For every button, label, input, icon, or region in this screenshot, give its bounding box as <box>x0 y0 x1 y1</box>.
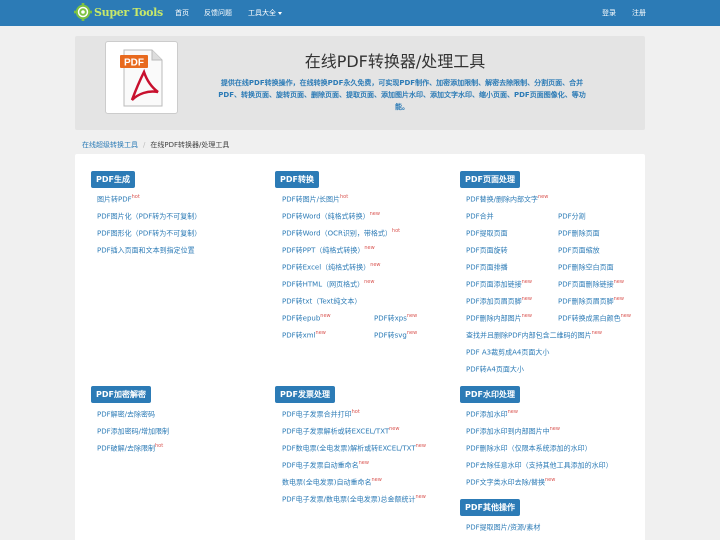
nav-feedback[interactable]: 反馈问题 <box>204 8 232 18</box>
pdf-file-icon: PDF <box>120 49 163 107</box>
tool-link[interactable]: PDF转svgnew <box>374 330 417 340</box>
section-title-pdf-watermark: PDF水印处理 <box>460 386 520 403</box>
tool-link[interactable]: PDF转HTML（网页格式）new <box>282 279 374 289</box>
top-navbar: Super Tools 首页 反馈问题 工具大全 登录 注册 <box>0 0 720 26</box>
tool-link[interactable]: PDF转xpsnew <box>374 313 417 323</box>
section-title-pdf-other: PDF其他操作 <box>460 499 520 516</box>
tool-link[interactable]: PDF电子发票合并打印hot <box>282 409 360 419</box>
tool-link[interactable]: PDF数电票(全电发票)解析或转EXCEL/TXTnew <box>282 443 426 453</box>
tool-link[interactable]: PDF页面添加链接new <box>466 279 532 289</box>
tool-link[interactable]: PDF去除任意水印（支持其他工具添加的水印） <box>466 460 613 470</box>
tool-link[interactable]: PDF解密/去除密码 <box>97 409 155 419</box>
page-description: 提供在线PDF转换操作，在线转换PDF永久免费，可实现PDF制作、加密添加限制、… <box>193 77 611 113</box>
tool-link[interactable]: PDF分割 <box>558 211 586 221</box>
tool-link[interactable]: PDF提取页面 <box>466 228 508 238</box>
section-title-pdf-page: PDF页面处理 <box>460 171 520 188</box>
nav-register[interactable]: 注册 <box>632 8 646 18</box>
tool-link[interactable]: PDF转换成黑白颜色new <box>558 313 631 323</box>
hero-banner: PDF 在线PDF转换器/处理工具 提供在线PDF转换操作，在线转换PDF永久免… <box>75 36 645 130</box>
nav-login[interactable]: 登录 <box>602 8 616 18</box>
tool-link[interactable]: PDF删除页面 <box>558 228 600 238</box>
tool-link[interactable]: PDF转A4页面大小 <box>466 364 524 374</box>
tool-link[interactable]: 查找并且删除PDF内部包含二维码的图片new <box>466 330 602 340</box>
tool-link[interactable]: PDF文字类水印去除/替换new <box>466 477 555 487</box>
tool-link[interactable]: PDF转Word（纯格式转换）new <box>282 211 380 221</box>
breadcrumb-separator: / <box>143 141 146 149</box>
desc-line: 能。 <box>395 103 409 111</box>
tool-link[interactable]: PDF转epubnew <box>282 313 331 323</box>
desc-line: PDF、转换页面、旋转页面、删除页面、提取页面、添加图片水印、添加文字水印、缩小… <box>218 91 586 99</box>
tool-link[interactable]: PDF转Word（OCR识别，带格式）hot <box>282 228 400 238</box>
tool-link[interactable]: PDF添加页眉页脚new <box>466 296 532 306</box>
tool-link[interactable]: PDF添加水印到内部图片中new <box>466 426 560 436</box>
tool-link[interactable]: PDF删除页眉页脚new <box>558 296 624 306</box>
tool-link[interactable]: PDF转txt（Text纯文本） <box>282 296 361 306</box>
gear-logo-icon <box>74 3 92 21</box>
logo-text: Super Tools <box>94 5 163 19</box>
tool-link[interactable]: PDF图形化（PDF转为不可复制） <box>97 228 201 238</box>
tool-link[interactable]: PDF提取图片/资源/素材 <box>466 522 540 532</box>
tool-link[interactable]: 图片转PDFhot <box>97 194 140 204</box>
tool-link[interactable]: PDF替换/删除内部文字new <box>466 194 548 204</box>
site-logo[interactable]: Super Tools <box>74 3 163 21</box>
tool-link[interactable]: PDF删除水印（仅限本系统添加的水印） <box>466 443 592 453</box>
tool-link[interactable]: PDF电子发票/数电票(全电发票)总金额统计new <box>282 494 426 504</box>
tool-link[interactable]: PDF电子发票解析或转EXCEL/TXTnew <box>282 426 399 436</box>
nav-tools-dropdown[interactable]: 工具大全 <box>248 8 282 18</box>
section-title-pdf-encrypt: PDF加密解密 <box>91 386 151 403</box>
tool-link[interactable]: PDF删除内部图片new <box>466 313 532 323</box>
tool-link[interactable]: PDF删除空白页面 <box>558 262 614 272</box>
tool-link[interactable]: PDF添加密码/增加限制 <box>97 426 169 436</box>
tool-link[interactable]: PDF A3裁剪成A4页面大小 <box>466 347 549 357</box>
tool-link[interactable]: PDF插入页面和文本到指定位置 <box>97 245 195 255</box>
breadcrumb: 在线超级转换工具 / 在线PDF转换器/处理工具 <box>82 140 229 150</box>
pdf-logo-text: PDF <box>124 58 144 69</box>
tool-link[interactable]: PDF页面缩放 <box>558 245 600 255</box>
tool-link[interactable]: PDF转图片/长图片hot <box>282 194 348 204</box>
tool-link[interactable]: PDF转Excel（纯格式转换）new <box>282 262 381 272</box>
section-title-pdf-invoice: PDF发票处理 <box>275 386 335 403</box>
tool-link[interactable]: PDF页面排播 <box>466 262 508 272</box>
tool-link[interactable]: PDF页面删除链接new <box>558 279 624 289</box>
tool-link[interactable]: PDF合并 <box>466 211 494 221</box>
tool-link[interactable]: PDF转PPT（纯格式转换）new <box>282 245 375 255</box>
tool-link[interactable]: PDF电子发票自动重命名new <box>282 460 369 470</box>
pdf-logo-image: PDF <box>105 41 178 114</box>
tool-link[interactable]: PDF转xmlnew <box>282 330 326 340</box>
page-title: 在线PDF转换器/处理工具 <box>304 52 486 71</box>
tool-link[interactable]: 数电票(全电发票)自动重命名new <box>282 477 382 487</box>
tool-link[interactable]: PDF添加水印new <box>466 409 518 419</box>
breadcrumb-parent-link[interactable]: 在线超级转换工具 <box>82 141 138 149</box>
tools-panel: PDF生成 图片转PDFhot PDF图片化（PDF转为不可复制） PDF图形化… <box>75 154 645 540</box>
tool-link[interactable]: PDF图片化（PDF转为不可复制） <box>97 211 201 221</box>
section-title-pdf-generate: PDF生成 <box>91 171 135 188</box>
tool-link[interactable]: PDF页面旋转 <box>466 245 508 255</box>
tool-link[interactable]: PDF破解/去除限制hot <box>97 443 163 453</box>
nav-home[interactable]: 首页 <box>175 8 189 18</box>
nav-tools-label: 工具大全 <box>248 9 276 17</box>
section-title-pdf-convert: PDF转换 <box>275 171 319 188</box>
desc-line: 提供在线PDF转换操作，在线转换PDF永久免费，可实现PDF制作、加密添加限制、… <box>220 79 584 87</box>
breadcrumb-current: 在线PDF转换器/处理工具 <box>150 141 230 149</box>
caret-down-icon <box>278 11 282 15</box>
